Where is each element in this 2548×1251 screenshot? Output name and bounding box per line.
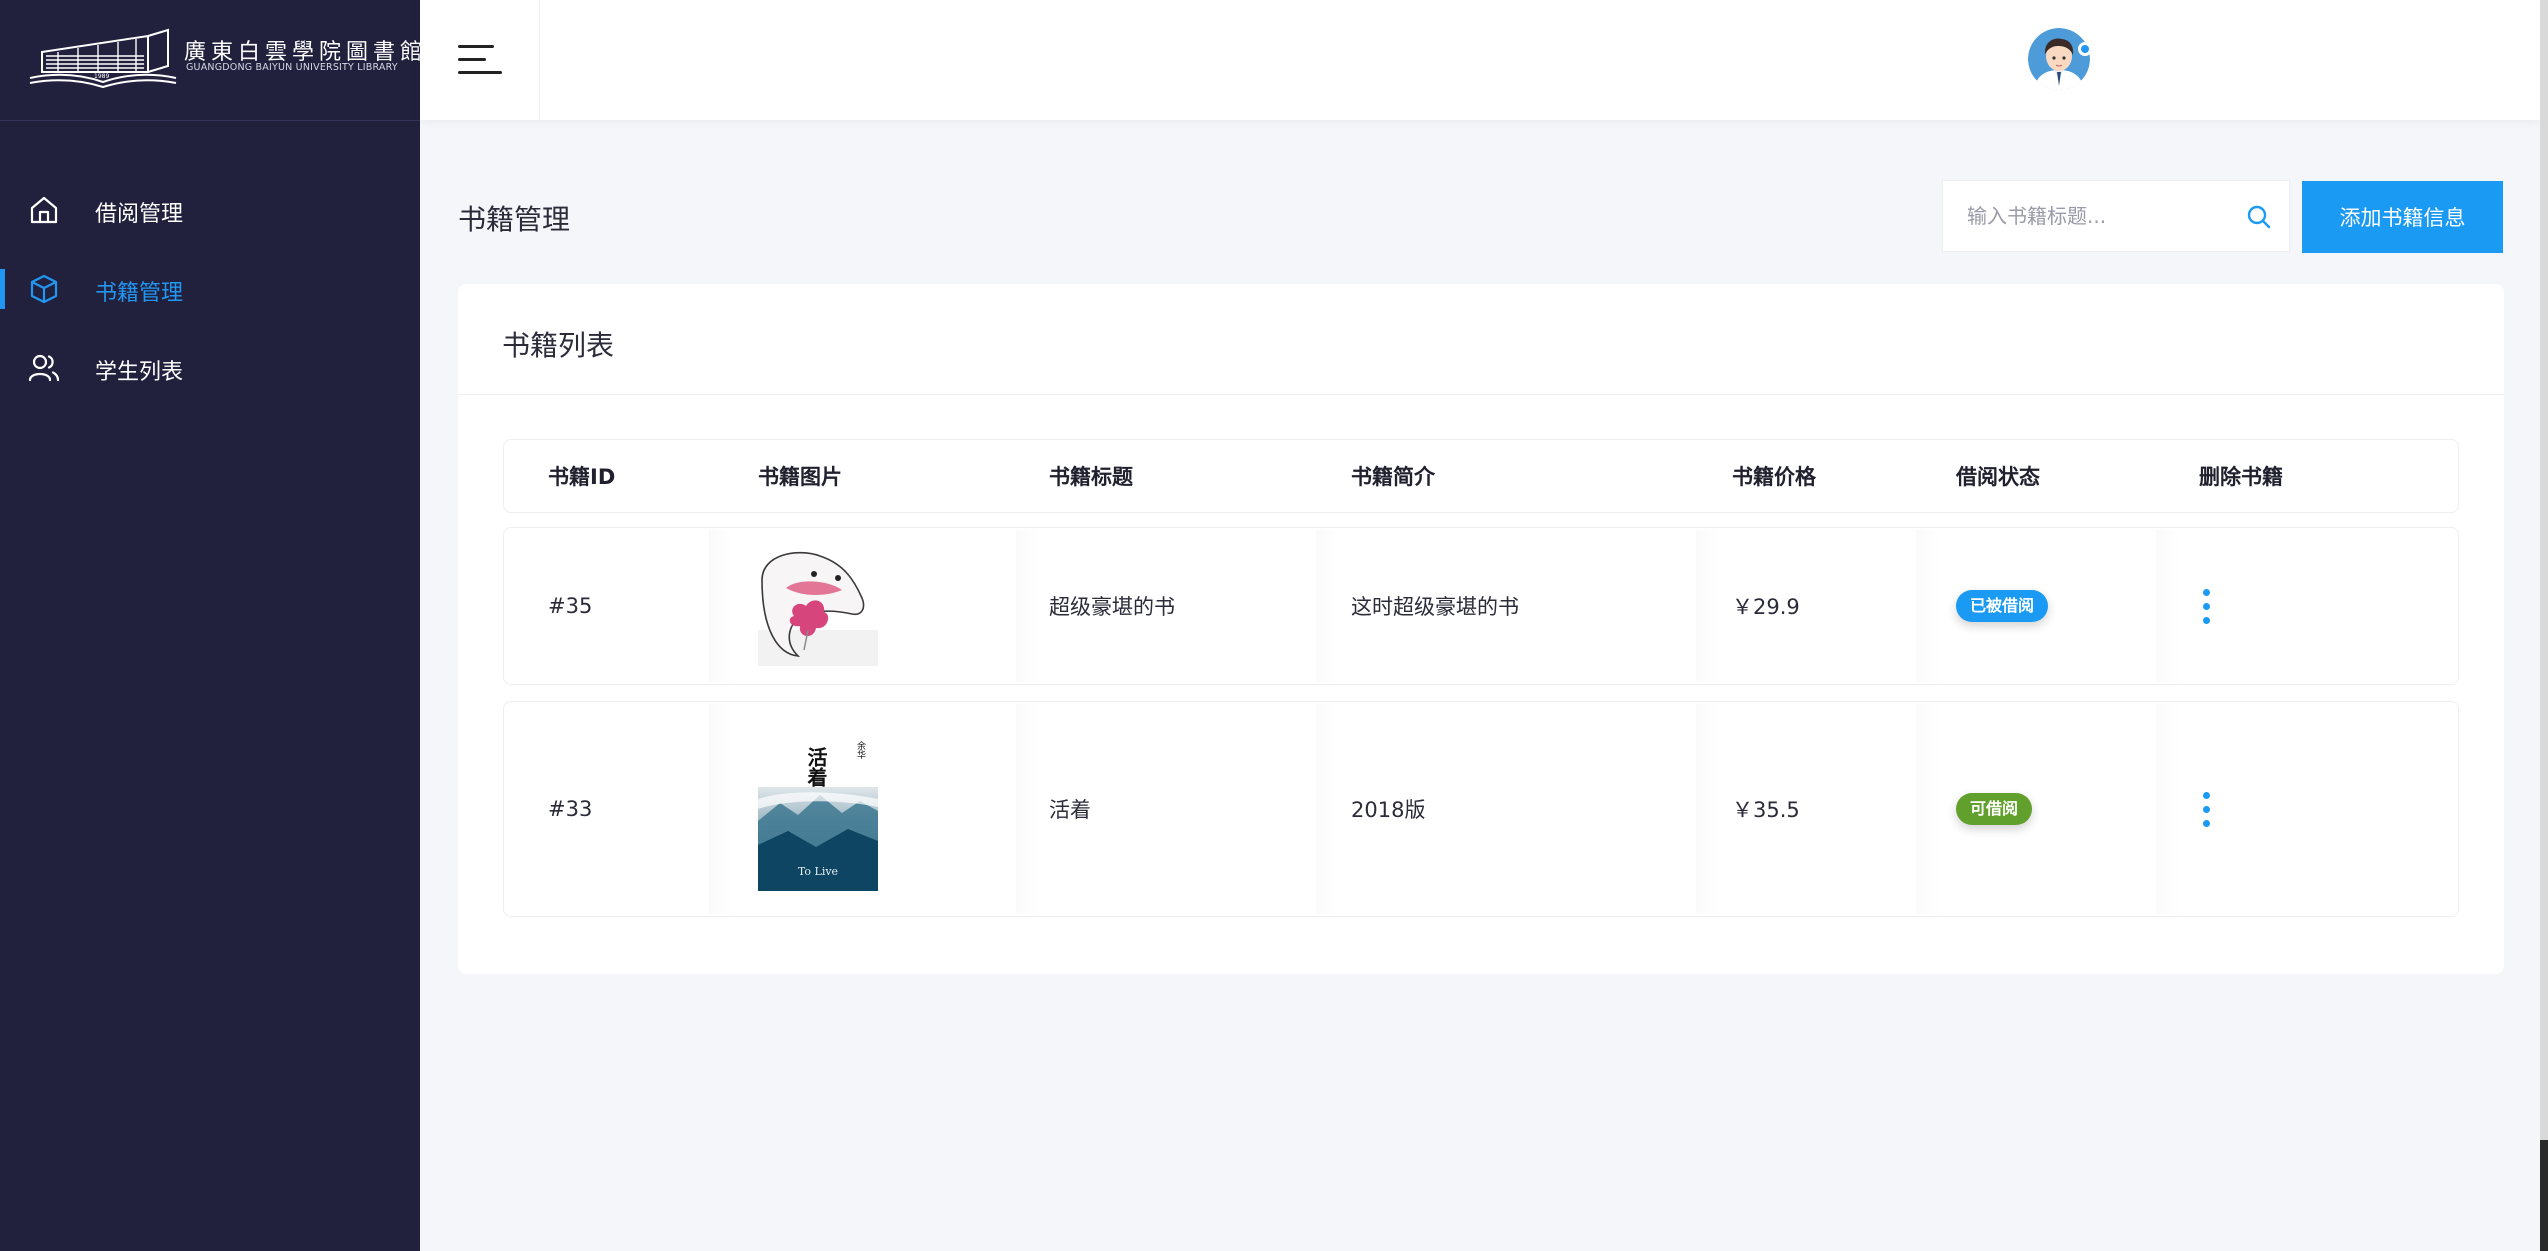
book-title: 活着 <box>1049 798 1091 822</box>
scrollbar-thumb[interactable] <box>2540 0 2548 1140</box>
sidebar-item-label: 学生列表 <box>95 360 184 385</box>
sidebar-item-student-list[interactable]: 学生列表 <box>0 328 420 407</box>
hamburger-icon <box>458 58 486 61</box>
cover-subtitle: To Live <box>798 865 838 878</box>
borrow-status: 可借阅 <box>1956 702 2033 916</box>
status-badge: 可借阅 <box>1956 793 2033 825</box>
book-price: ￥35.5 <box>1732 798 1800 822</box>
cover-title: 活着 <box>804 747 828 788</box>
table-row: #33 活着 余华 To Live 活着 2018版 ￥35.5 可借阅 <box>503 701 2459 917</box>
book-search-box <box>1942 180 2290 252</box>
book-intro: 这时超级豪堪的书 <box>1351 595 1519 619</box>
hamburger-icon <box>458 71 502 74</box>
kebab-icon <box>2203 617 2210 624</box>
logo-year: 1989 <box>94 73 109 80</box>
column-header-image: 书籍图片 <box>758 465 842 489</box>
top-header <box>420 0 2540 120</box>
search-icon[interactable] <box>2245 203 2273 231</box>
hamburger-icon <box>458 45 494 48</box>
library-name-en: GUANGDONG BAIYUN UNIVERSITY LIBRARY <box>186 62 398 73</box>
sidebar-item-borrow-management[interactable]: 借阅管理 <box>0 170 420 249</box>
column-header-price: 书籍价格 <box>1732 465 1816 489</box>
book-id: #35 <box>548 594 593 618</box>
book-cover-image[interactable]: 活着 余华 To Live <box>758 729 878 891</box>
library-logo[interactable]: 1989 廣東白雲學院圖書館 GUANGDONG BAIYUN UNIVERSI… <box>0 0 422 121</box>
kebab-icon <box>2203 589 2210 596</box>
kebab-icon <box>2203 820 2210 827</box>
kebab-icon <box>2203 806 2210 813</box>
users-icon <box>28 354 60 382</box>
column-header-title: 书籍标题 <box>1049 465 1133 489</box>
column-header-intro: 书籍简介 <box>1351 465 1435 489</box>
book-title: 超级豪堪的书 <box>1049 595 1175 619</box>
online-status-dot <box>2078 42 2092 56</box>
book-price: ￥29.9 <box>1732 595 1800 619</box>
borrow-status: 已被借阅 <box>1956 528 2049 684</box>
home-icon <box>30 196 58 224</box>
sidebar-item-book-management[interactable]: 书籍管理 <box>0 249 420 328</box>
more-options-button[interactable] <box>2194 790 2218 830</box>
book-search-input[interactable] <box>1967 181 2237 251</box>
book-cover-image[interactable] <box>758 550 878 666</box>
table-row: #35 超级豪堪的书 这时超级豪堪的书 ￥29.9 已被借阅 <box>503 527 2459 685</box>
box-icon <box>30 274 58 304</box>
book-list-card: 书籍列表 书籍ID 书籍图片 书籍标题 书籍简介 书籍价格 借阅状态 删除书籍 … <box>458 284 2504 974</box>
more-options-button[interactable] <box>2194 587 2218 627</box>
kebab-icon <box>2203 603 2210 610</box>
book-intro: 2018版 <box>1351 798 1426 822</box>
book-id: #33 <box>548 797 593 821</box>
table-header-row: 书籍ID 书籍图片 书籍标题 书籍简介 书籍价格 借阅状态 删除书籍 <box>503 439 2459 513</box>
card-title: 书籍列表 <box>502 329 615 362</box>
sidebar-item-label: 借阅管理 <box>95 202 184 227</box>
column-header-delete: 删除书籍 <box>2199 465 2283 489</box>
page-title: 书籍管理 <box>458 203 571 236</box>
sidebar-nav: 借阅管理 书籍管理 学生列表 <box>0 170 420 407</box>
column-header-status: 借阅状态 <box>1956 465 2040 489</box>
card-divider <box>458 394 2504 395</box>
kebab-icon <box>2203 792 2210 799</box>
cover-author: 余华 <box>855 740 866 760</box>
sidebar: 1989 廣東白雲學院圖書館 GUANGDONG BAIYUN UNIVERSI… <box>0 0 422 1251</box>
sidebar-item-label: 书籍管理 <box>95 281 184 306</box>
user-avatar[interactable] <box>2028 28 2090 90</box>
column-header-id: 书籍ID <box>548 465 616 489</box>
status-badge: 已被借阅 <box>1956 590 2049 622</box>
library-building-logo-icon: 1989 <box>29 28 177 89</box>
add-book-button[interactable]: 添加书籍信息 <box>2302 181 2503 253</box>
hamburger-menu-button[interactable] <box>420 0 540 120</box>
